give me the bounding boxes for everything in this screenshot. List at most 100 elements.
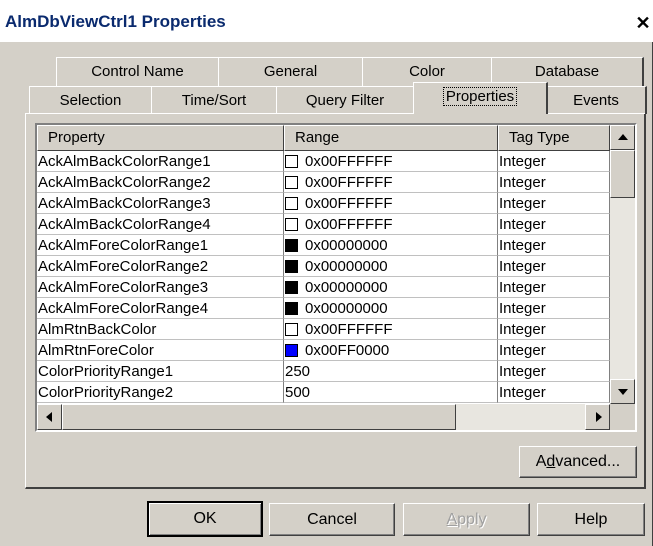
property-name-cell[interactable]: AckAlmForeColorRange2: [37, 256, 284, 277]
properties-dialog: AlmDbViewCtrl1 Properties ✕ Control Name…: [0, 0, 653, 546]
range-cell[interactable]: 0x00FF0000: [284, 340, 498, 361]
column-header-range[interactable]: Range: [284, 125, 498, 151]
right-arrow-icon: [596, 412, 602, 422]
range-cell[interactable]: 0x00000000: [284, 256, 498, 277]
table-row[interactable]: ColorPriorityRange2 500 Integer: [37, 382, 610, 403]
title-bar: AlmDbViewCtrl1 Properties ✕: [0, 0, 653, 42]
tab-control-name[interactable]: Control Name: [56, 57, 220, 87]
property-name-cell[interactable]: AckAlmForeColorRange3: [37, 277, 284, 298]
property-name-cell[interactable]: AckAlmForeColorRange1: [37, 235, 284, 256]
color-swatch: [285, 302, 298, 315]
range-value: 0x00000000: [305, 258, 388, 275]
range-cell[interactable]: 0x00FFFFFF: [284, 319, 498, 340]
range-value: 0x00FF0000: [305, 342, 390, 359]
range-value: 500: [285, 384, 311, 401]
scrollbar-corner: [610, 404, 635, 430]
table-row[interactable]: ColorPriorityRange1 250 Integer: [37, 361, 610, 382]
range-value: 0x00000000: [305, 237, 388, 254]
table-row[interactable]: AckAlmBackColorRange4 0x00FFFFFF Integer: [37, 214, 610, 235]
window-title: AlmDbViewCtrl1 Properties: [5, 12, 226, 31]
cancel-button[interactable]: Cancel: [269, 503, 395, 536]
column-header-tag-type[interactable]: Tag Type: [498, 125, 610, 151]
color-swatch: [285, 239, 298, 252]
range-value: 0x00FFFFFF: [305, 216, 393, 233]
range-cell[interactable]: 250: [284, 361, 498, 382]
tab-query-filter[interactable]: Query Filter: [276, 86, 415, 114]
table-row[interactable]: AckAlmBackColorRange2 0x00FFFFFF Integer: [37, 172, 610, 193]
range-value: 0x00FFFFFF: [305, 195, 393, 212]
tab-properties[interactable]: Properties: [413, 82, 548, 114]
scroll-up-button[interactable]: [610, 125, 635, 150]
table-row[interactable]: AckAlmForeColorRange3 0x00000000 Integer: [37, 277, 610, 298]
table-row[interactable]: AckAlmBackColorRange3 0x00FFFFFF Integer: [37, 193, 610, 214]
tag-type-cell[interactable]: Integer: [498, 214, 610, 235]
table-row[interactable]: AckAlmBackColorRange1 0x00FFFFFF Integer: [37, 151, 610, 172]
range-cell[interactable]: 0x00000000: [284, 298, 498, 319]
scroll-right-button[interactable]: [585, 404, 610, 430]
tag-type-cell[interactable]: Integer: [498, 235, 610, 256]
color-swatch: [285, 197, 298, 210]
tag-type-cell[interactable]: Integer: [498, 151, 610, 172]
property-name-cell[interactable]: AckAlmBackColorRange1: [37, 151, 284, 172]
tag-type-cell[interactable]: Integer: [498, 256, 610, 277]
advanced-button[interactable]: Advanced...: [519, 446, 637, 478]
property-name-cell[interactable]: AckAlmBackColorRange2: [37, 172, 284, 193]
property-name-cell[interactable]: AlmRtnBackColor: [37, 319, 284, 340]
property-name-cell[interactable]: AckAlmForeColorRange4: [37, 298, 284, 319]
color-swatch: [285, 218, 298, 231]
property-name-cell[interactable]: AlmRtnForeColor: [37, 340, 284, 361]
range-cell[interactable]: 0x00000000: [284, 235, 498, 256]
property-name-cell[interactable]: AckAlmBackColorRange4: [37, 214, 284, 235]
property-name-cell[interactable]: ColorPriorityRange1: [37, 361, 284, 382]
color-swatch: [285, 155, 298, 168]
column-header-property[interactable]: Property: [37, 125, 284, 151]
range-value: 0x00000000: [305, 279, 388, 296]
range-cell[interactable]: 0x00FFFFFF: [284, 172, 498, 193]
tab-time-sort[interactable]: Time/Sort: [151, 86, 278, 114]
range-value: 0x00FFFFFF: [305, 153, 393, 170]
tag-type-cell[interactable]: Integer: [498, 361, 610, 382]
apply-button: Apply: [403, 503, 530, 536]
tag-type-cell[interactable]: Integer: [498, 340, 610, 361]
horizontal-scrollbar[interactable]: [37, 404, 610, 430]
down-arrow-icon: [618, 389, 628, 395]
range-value: 0x00000000: [305, 300, 388, 317]
close-button[interactable]: ✕: [630, 11, 653, 35]
tag-type-cell[interactable]: Integer: [498, 277, 610, 298]
horizontal-scroll-thumb[interactable]: [62, 404, 456, 430]
table-row[interactable]: AlmRtnBackColor 0x00FFFFFF Integer: [37, 319, 610, 340]
tab-events[interactable]: Events: [546, 86, 647, 114]
tag-type-cell[interactable]: Integer: [498, 193, 610, 214]
range-value: 250: [285, 363, 311, 380]
tag-type-cell[interactable]: Integer: [498, 382, 610, 403]
color-swatch: [285, 344, 298, 357]
help-button[interactable]: Help: [537, 503, 645, 536]
property-grid[interactable]: Property Range Tag Type AckAlmBackColorR…: [35, 123, 637, 432]
color-swatch: [285, 176, 298, 189]
color-swatch: [285, 323, 298, 336]
ok-button[interactable]: OK: [147, 501, 263, 537]
range-value: 0x00FFFFFF: [305, 321, 393, 338]
vertical-scroll-thumb[interactable]: [610, 150, 635, 198]
color-swatch: [285, 260, 298, 273]
vertical-scrollbar[interactable]: [610, 125, 635, 404]
table-row[interactable]: AckAlmForeColorRange2 0x00000000 Integer: [37, 256, 610, 277]
tag-type-cell[interactable]: Integer: [498, 172, 610, 193]
table-row[interactable]: AlmRtnForeColor 0x00FF0000 Integer: [37, 340, 610, 361]
tag-type-cell[interactable]: Integer: [498, 319, 610, 340]
range-cell[interactable]: 0x00FFFFFF: [284, 151, 498, 172]
scroll-left-button[interactable]: [37, 404, 62, 430]
range-cell[interactable]: 0x00FFFFFF: [284, 214, 498, 235]
table-row[interactable]: AckAlmForeColorRange4 0x00000000 Integer: [37, 298, 610, 319]
property-name-cell[interactable]: AckAlmBackColorRange3: [37, 193, 284, 214]
range-cell[interactable]: 500: [284, 382, 498, 403]
property-name-cell[interactable]: ColorPriorityRange2: [37, 382, 284, 403]
range-cell[interactable]: 0x00FFFFFF: [284, 193, 498, 214]
tab-selection[interactable]: Selection: [29, 86, 153, 114]
scroll-down-button[interactable]: [610, 379, 635, 404]
tag-type-cell[interactable]: Integer: [498, 298, 610, 319]
table-row[interactable]: AckAlmForeColorRange1 0x00000000 Integer: [37, 235, 610, 256]
color-swatch: [285, 281, 298, 294]
range-cell[interactable]: 0x00000000: [284, 277, 498, 298]
tab-general[interactable]: General: [218, 57, 364, 87]
